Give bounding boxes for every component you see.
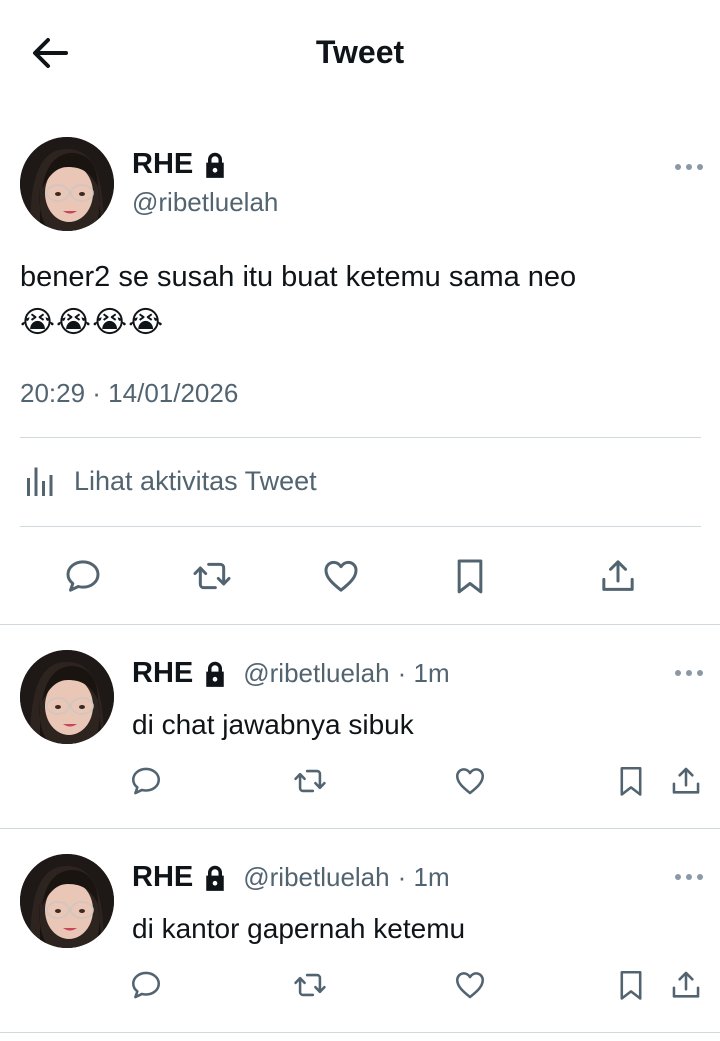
- bookmark-icon[interactable]: [614, 968, 648, 1002]
- avatar[interactable]: [20, 650, 114, 744]
- more-options-icon[interactable]: [674, 872, 704, 882]
- more-options-icon[interactable]: [674, 162, 704, 172]
- lock-icon: [201, 151, 229, 179]
- author-name[interactable]: RHE: [132, 861, 193, 894]
- author-name[interactable]: RHE: [132, 657, 193, 690]
- view-tweet-activity[interactable]: Lihat aktivitas Tweet: [24, 463, 317, 499]
- reply-icon[interactable]: [129, 968, 163, 1002]
- reply-tweet[interactable]: RHE @ribetluelah · 1m di kantor gapernah…: [0, 829, 720, 1032]
- reply-text: di chat jawabnya sibuk: [132, 709, 414, 740]
- avatar[interactable]: [20, 137, 114, 231]
- share-icon[interactable]: [669, 968, 703, 1002]
- author-handle[interactable]: @ribetluelah: [132, 187, 278, 218]
- avatar-image: [20, 650, 114, 744]
- header-title: Tweet: [315, 34, 405, 70]
- author-name[interactable]: RHE: [132, 148, 229, 181]
- like-icon[interactable]: [453, 968, 487, 1002]
- retweet-icon[interactable]: [293, 764, 327, 798]
- share-icon[interactable]: [598, 556, 638, 596]
- reply-time: · 1m: [397, 658, 450, 688]
- author-name-text: RHE: [132, 148, 194, 180]
- bookmark-icon[interactable]: [614, 764, 648, 798]
- lock-icon: [201, 660, 229, 688]
- reply-time: · 1m: [397, 862, 450, 892]
- tweet-timestamp[interactable]: 20:29 · 14/01/2026: [20, 378, 238, 409]
- author-handle[interactable]: @ribetluelah: [243, 862, 389, 893]
- avatar-image: [20, 854, 114, 948]
- like-icon[interactable]: [453, 764, 487, 798]
- retweet-icon[interactable]: [293, 968, 327, 1002]
- reply-header: RHE @ribetluelah · 1m: [132, 861, 450, 894]
- analytics-icon: [27, 467, 53, 496]
- lock-icon: [201, 864, 229, 892]
- like-icon[interactable]: [321, 556, 361, 596]
- divider: [20, 526, 701, 527]
- divider: [20, 437, 701, 438]
- author-handle[interactable]: @ribetluelah: [243, 658, 389, 689]
- reply-icon[interactable]: [63, 556, 103, 596]
- reply-text: di kantor gapernah ketemu: [132, 913, 466, 944]
- tweet-emojis: 😭😭😭😭: [20, 306, 165, 339]
- avatar-image: [20, 137, 114, 231]
- divider: [0, 1032, 720, 1033]
- view-tweet-activity-label: Lihat aktivitas Tweet: [74, 465, 317, 496]
- reply-header: RHE @ribetluelah · 1m: [132, 657, 450, 690]
- avatar[interactable]: [20, 854, 114, 948]
- tweet-text-body: bener2 se susah itu buat ketemu sama neo: [20, 261, 577, 293]
- retweet-icon[interactable]: [192, 556, 232, 596]
- reply-icon[interactable]: [129, 764, 163, 798]
- tweet-text: bener2 se susah itu buat ketemu sama neo…: [20, 255, 700, 345]
- reply-tweet[interactable]: RHE @ribetluelah · 1m di chat jawabnya s…: [0, 625, 720, 828]
- bookmark-icon[interactable]: [450, 556, 490, 596]
- more-options-icon[interactable]: [674, 668, 704, 678]
- share-icon[interactable]: [669, 764, 703, 798]
